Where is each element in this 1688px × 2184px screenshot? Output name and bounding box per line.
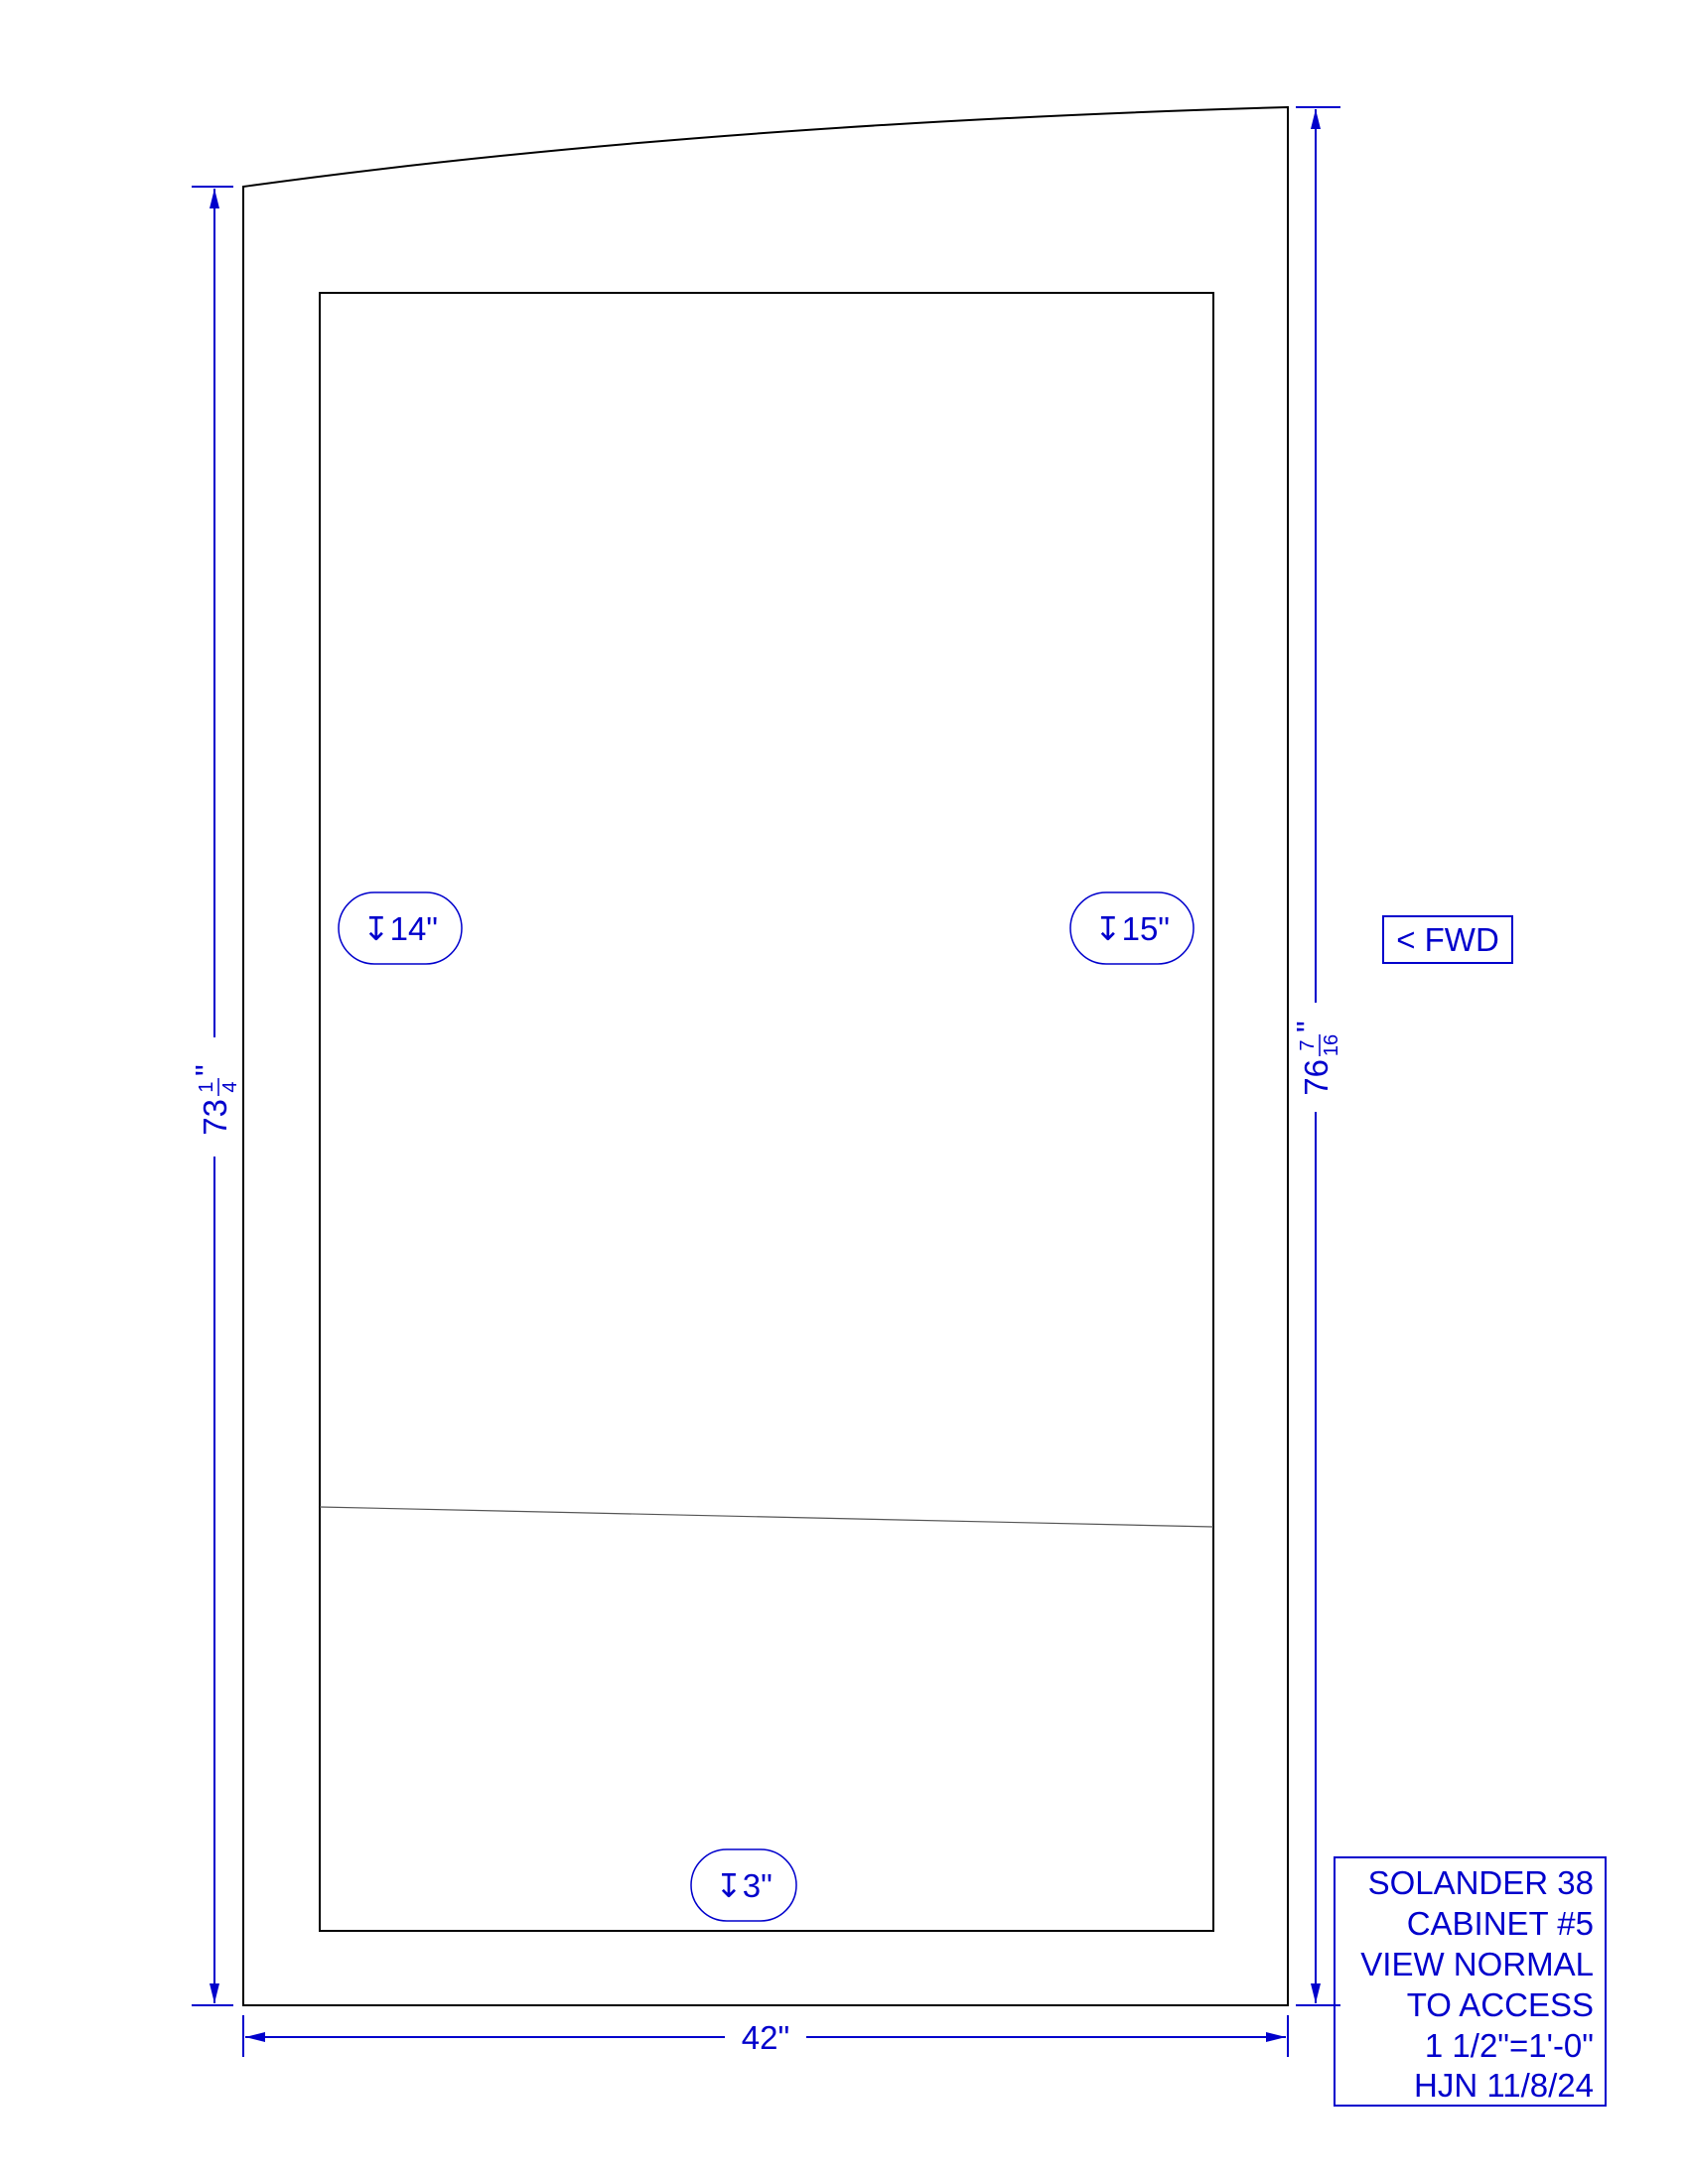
- title-block: SOLANDER 38 CABINET #5 VIEW NORMAL TO AC…: [1334, 1856, 1607, 2107]
- right-height-denominator: 16: [1321, 1034, 1342, 1056]
- depth-tag-right-label: ↧15": [1094, 910, 1170, 947]
- depth-tag-bottom: ↧3": [690, 1848, 797, 1922]
- width-label: 42": [742, 2019, 789, 2056]
- left-height-inch-mark: ": [189, 1064, 225, 1076]
- right-height-whole: 76: [1298, 1059, 1335, 1096]
- panel-outline: [242, 105, 1289, 2006]
- title-block-line: VIEW NORMAL: [1360, 1946, 1594, 1982]
- depth-tag-bottom-label: ↧3": [715, 1867, 773, 1904]
- width-dimension: 42": [242, 2015, 1289, 2057]
- shelf-divider-line: [319, 1506, 1214, 1528]
- left-height-denominator: 4: [219, 1081, 241, 1092]
- forward-direction-text: < FWD: [1396, 921, 1499, 958]
- cabinet-drawing: 73 1 4 " 76 7 16 " 42" ↧14" ↧15" ↧3" < F…: [189, 105, 1607, 2107]
- depth-tag-left: ↧14": [338, 891, 463, 965]
- left-height-dimension: 73 1 4 ": [189, 186, 241, 2006]
- depth-tag-left-label: ↧14": [362, 910, 438, 947]
- title-block-line: 1 1/2"=1'-0": [1425, 2027, 1594, 2064]
- title-block-line: SOLANDER 38: [1368, 1864, 1594, 1901]
- left-height-whole: 73: [197, 1099, 233, 1136]
- forward-direction-label: < FWD: [1382, 915, 1513, 964]
- title-block-line: HJN 11/8/24: [1414, 2067, 1594, 2104]
- right-height-inch-mark: ": [1290, 1021, 1327, 1032]
- title-block-line: CABINET #5: [1407, 1905, 1594, 1942]
- inner-opening: [319, 292, 1214, 1932]
- title-block-line: TO ACCESS: [1407, 1986, 1594, 2023]
- right-height-dimension: 76 7 16 ": [1290, 106, 1342, 2006]
- right-height-numerator: 7: [1297, 1039, 1319, 1050]
- depth-tag-right: ↧15": [1069, 891, 1195, 965]
- left-height-numerator: 1: [196, 1081, 217, 1092]
